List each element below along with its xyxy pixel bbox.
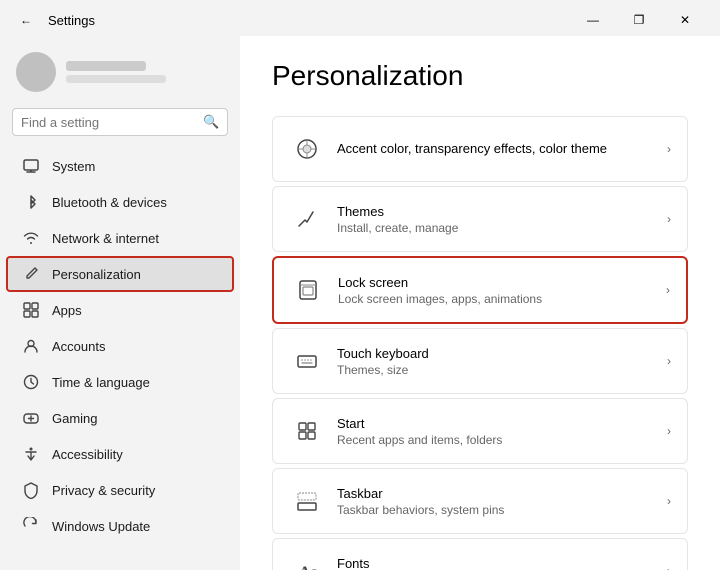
search-input[interactable] <box>21 115 197 130</box>
lockscreen-desc: Lock screen images, apps, animations <box>338 292 666 306</box>
title-bar-left: ← Settings <box>12 6 95 34</box>
nav-item-accessibility[interactable]: Accessibility <box>6 436 234 472</box>
fonts-text: Fonts Install, manage <box>337 556 667 570</box>
touchkeyboard-title: Touch keyboard <box>337 346 667 361</box>
user-name <box>66 61 146 71</box>
lockscreen-title: Lock screen <box>338 275 666 290</box>
nav-label-personalization: Personalization <box>52 267 141 282</box>
accent-chevron: › <box>667 142 671 156</box>
fonts-title: Fonts <box>337 556 667 570</box>
nav-item-update[interactable]: Windows Update <box>6 508 234 544</box>
fonts-icon: Aa <box>289 553 325 570</box>
start-text: Start Recent apps and items, folders <box>337 416 667 447</box>
avatar <box>16 52 56 92</box>
start-desc: Recent apps and items, folders <box>337 433 667 447</box>
fonts-chevron: › <box>667 564 671 570</box>
accent-text: Accent color, transparency effects, colo… <box>337 141 667 158</box>
taskbar-text: Taskbar Taskbar behaviors, system pins <box>337 486 667 517</box>
restore-button[interactable]: ❐ <box>616 6 662 34</box>
nav-label-gaming: Gaming <box>52 411 98 426</box>
themes-desc: Install, create, manage <box>337 221 667 235</box>
gaming-icon <box>22 409 40 427</box>
taskbar-title: Taskbar <box>337 486 667 501</box>
back-button[interactable]: ← <box>12 6 40 34</box>
keyboard-icon <box>289 343 325 379</box>
accessibility-icon <box>22 445 40 463</box>
nav-label-accounts: Accounts <box>52 339 105 354</box>
touchkeyboard-chevron: › <box>667 354 671 368</box>
themes-text: Themes Install, create, manage <box>337 204 667 235</box>
lockscreen-icon <box>290 272 326 308</box>
taskbar-desc: Taskbar behaviors, system pins <box>337 503 667 517</box>
touchkeyboard-text: Touch keyboard Themes, size <box>337 346 667 377</box>
start-icon <box>289 413 325 449</box>
accounts-icon <box>22 337 40 355</box>
window-title: Settings <box>48 13 95 28</box>
nav-label-system: System <box>52 159 95 174</box>
settings-item-lockscreen[interactable]: Lock screen Lock screen images, apps, an… <box>272 256 688 324</box>
themes-chevron: › <box>667 212 671 226</box>
bluetooth-icon <box>22 193 40 211</box>
title-bar: ← Settings — ❐ ✕ <box>0 0 720 36</box>
settings-item-fonts[interactable]: Aa Fonts Install, manage › <box>272 538 688 570</box>
update-icon <box>22 517 40 535</box>
touchkeyboard-desc: Themes, size <box>337 363 667 377</box>
nav-label-privacy: Privacy & security <box>52 483 155 498</box>
settings-list: Accent color, transparency effects, colo… <box>272 116 688 570</box>
themes-title: Themes <box>337 204 667 219</box>
nav-label-bluetooth: Bluetooth & devices <box>52 195 167 210</box>
svg-text:Aa: Aa <box>299 564 319 570</box>
start-chevron: › <box>667 424 671 438</box>
network-icon <box>22 229 40 247</box>
nav-label-accessibility: Accessibility <box>52 447 123 462</box>
nav-item-gaming[interactable]: Gaming <box>6 400 234 436</box>
settings-item-themes[interactable]: Themes Install, create, manage › <box>272 186 688 252</box>
lockscreen-text: Lock screen Lock screen images, apps, an… <box>338 275 666 306</box>
nav-label-time: Time & language <box>52 375 150 390</box>
search-icon: 🔍 <box>203 114 219 130</box>
nav-label-network: Network & internet <box>52 231 159 246</box>
user-info <box>66 61 166 83</box>
app-body: 🔍 System Bluetooth & devices Network & i… <box>0 36 720 570</box>
nav-item-privacy[interactable]: Privacy & security <box>6 472 234 508</box>
page-title: Personalization <box>272 60 688 92</box>
time-icon <box>22 373 40 391</box>
settings-item-start[interactable]: Start Recent apps and items, folders › <box>272 398 688 464</box>
settings-item-taskbar[interactable]: Taskbar Taskbar behaviors, system pins › <box>272 468 688 534</box>
close-button[interactable]: ✕ <box>662 6 708 34</box>
user-subtitle <box>66 75 166 83</box>
accent-title: Accent color, transparency effects, colo… <box>337 141 667 156</box>
settings-item-touchkeyboard[interactable]: Touch keyboard Themes, size › <box>272 328 688 394</box>
themes-icon <box>289 201 325 237</box>
nav-label-update: Windows Update <box>52 519 150 534</box>
accent-icon <box>289 131 325 167</box>
nav-item-accounts[interactable]: Accounts <box>6 328 234 364</box>
lockscreen-chevron: › <box>666 283 670 297</box>
content-area: Personalization Accent color, transparen… <box>240 36 720 570</box>
window-controls: — ❐ ✕ <box>570 6 708 34</box>
system-icon <box>22 157 40 175</box>
taskbar-chevron: › <box>667 494 671 508</box>
nav-item-network[interactable]: Network & internet <box>6 220 234 256</box>
nav-item-personalization[interactable]: Personalization <box>6 256 234 292</box>
personalization-icon <box>22 265 40 283</box>
apps-icon <box>22 301 40 319</box>
nav-item-time[interactable]: Time & language <box>6 364 234 400</box>
nav-item-system[interactable]: System <box>6 148 234 184</box>
start-title: Start <box>337 416 667 431</box>
user-profile <box>0 44 240 108</box>
sidebar: 🔍 System Bluetooth & devices Network & i… <box>0 36 240 570</box>
nav-label-apps: Apps <box>52 303 82 318</box>
settings-item-accent[interactable]: Accent color, transparency effects, colo… <box>272 116 688 182</box>
privacy-icon <box>22 481 40 499</box>
taskbar-icon <box>289 483 325 519</box>
search-box[interactable]: 🔍 <box>12 108 228 136</box>
nav-item-bluetooth[interactable]: Bluetooth & devices <box>6 184 234 220</box>
nav-item-apps[interactable]: Apps <box>6 292 234 328</box>
minimize-button[interactable]: — <box>570 6 616 34</box>
